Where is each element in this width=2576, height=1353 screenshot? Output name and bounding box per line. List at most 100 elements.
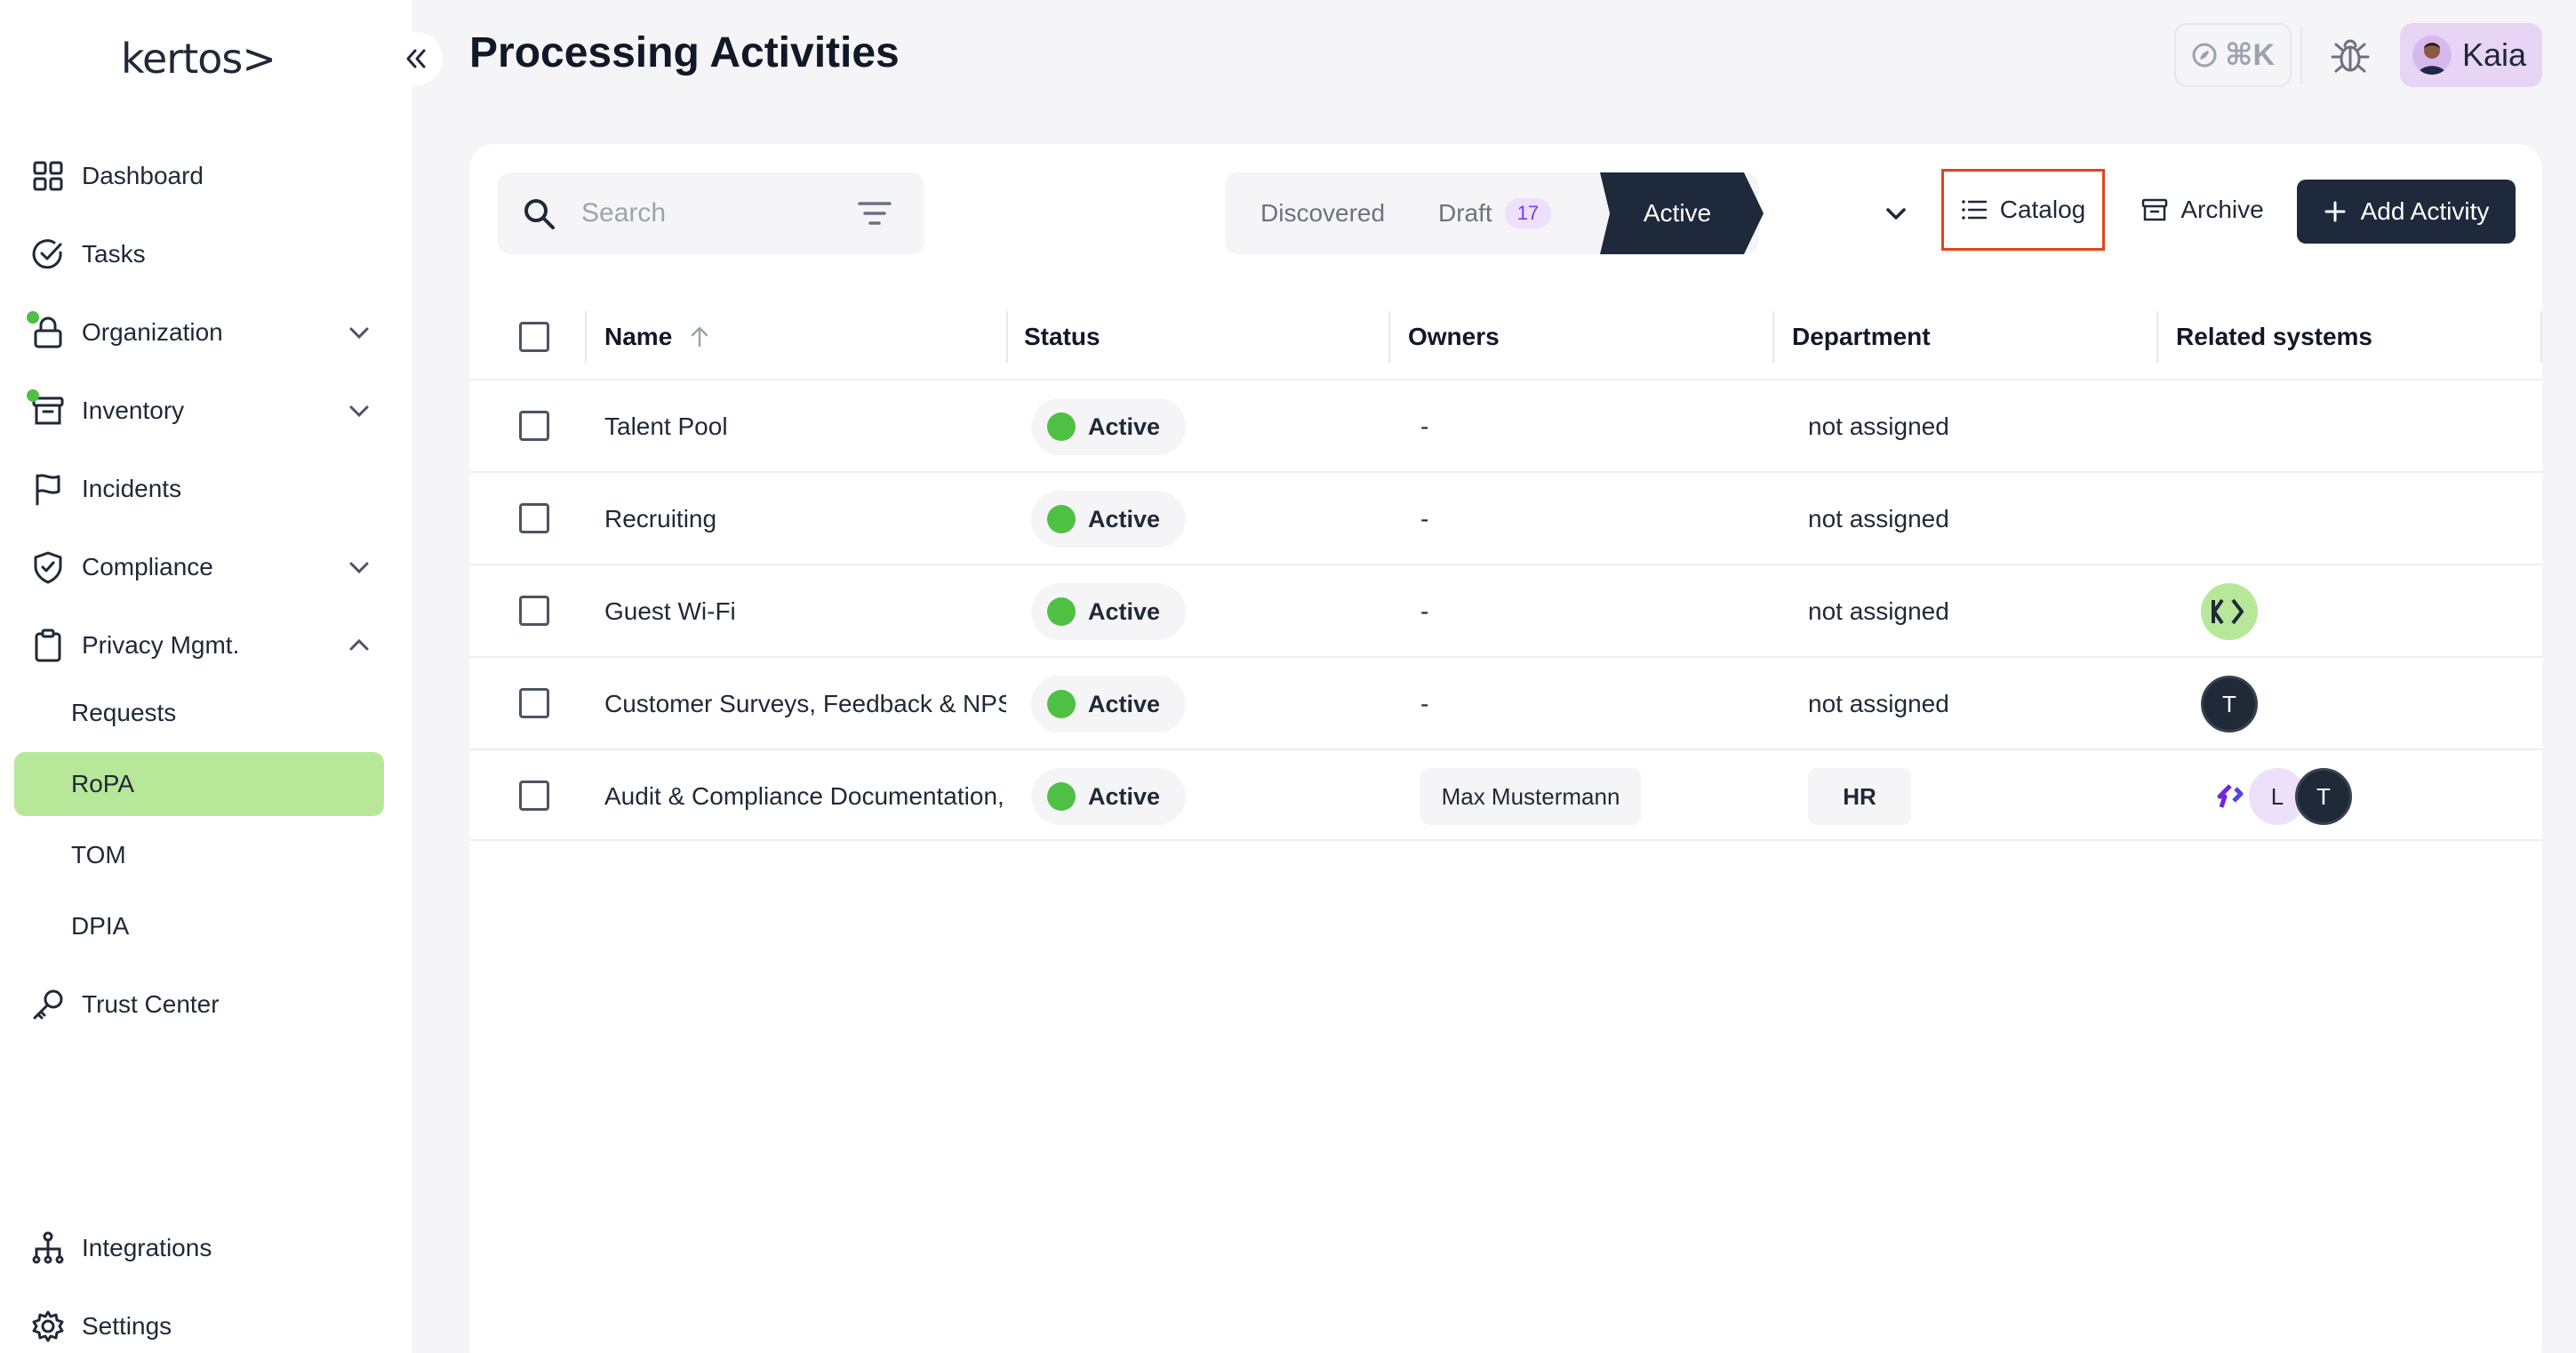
svg-text:kertos>: kertos> xyxy=(121,37,276,82)
sidebar-item-label: Trust Center xyxy=(82,990,220,1018)
column-divider xyxy=(585,311,587,363)
status-tabs: Discovered Draft 17 Active xyxy=(1225,172,1764,254)
sidebar-item-settings[interactable]: Settings xyxy=(14,1294,384,1353)
status-label: Active xyxy=(1088,597,1161,625)
chevron-down-icon[interactable] xyxy=(345,318,373,347)
activity-name[interactable]: Guest Wi-Fi xyxy=(604,565,996,658)
grid-icon xyxy=(30,158,66,194)
system-avatar[interactable]: T xyxy=(2295,768,2352,825)
add-activity-button[interactable]: Add Activity xyxy=(2297,180,2516,244)
column-header-label: Name xyxy=(604,323,673,350)
tab-active[interactable]: Active xyxy=(1600,172,1764,254)
sidebar-item-label: Tasks xyxy=(82,240,146,268)
sidebar-item-compliance[interactable]: Compliance xyxy=(14,535,384,599)
status-badge: Active xyxy=(1031,676,1186,733)
user-menu-button[interactable]: Kaia xyxy=(2400,23,2542,87)
activity-name[interactable]: Talent Pool xyxy=(604,380,996,473)
sidebar-item-tasks[interactable]: Tasks xyxy=(14,222,384,286)
sidebar-item-trust-center[interactable]: Trust Center xyxy=(14,973,384,1037)
bug-report-icon[interactable] xyxy=(2329,34,2372,76)
sidebar-subitem-requests[interactable]: Requests xyxy=(14,681,384,745)
command-palette-button[interactable]: ⌘K xyxy=(2174,23,2292,87)
search-input[interactable]: Search xyxy=(498,172,924,254)
sidebar-subitem-label: RoPA xyxy=(71,770,135,797)
logo-wordmark: kertos> xyxy=(121,37,276,82)
flag-icon xyxy=(30,471,66,507)
chevron-down-icon[interactable] xyxy=(345,553,373,581)
column-divider xyxy=(1006,311,1008,363)
filter-icon[interactable] xyxy=(857,199,892,228)
department-value: not assigned xyxy=(1808,690,1949,717)
lock-icon xyxy=(27,311,66,350)
sidebar-item-incidents[interactable]: Incidents xyxy=(14,457,384,521)
sort-ascending-icon[interactable] xyxy=(686,324,713,350)
tab-discovered[interactable]: Discovered xyxy=(1260,172,1385,254)
catalog-button[interactable]: Catalog xyxy=(1941,169,2105,251)
row-checkbox[interactable] xyxy=(519,781,549,811)
column-header-status[interactable]: Status xyxy=(1024,306,1100,368)
header-divider xyxy=(2300,27,2302,84)
status-dot xyxy=(1047,505,1076,533)
tab-label: Draft xyxy=(1438,199,1492,227)
search-placeholder: Search xyxy=(581,198,667,228)
sidebar-item-integrations[interactable]: Integrations xyxy=(14,1216,384,1280)
status-label: Active xyxy=(1088,412,1161,440)
activity-name[interactable]: Recruiting xyxy=(604,473,996,565)
row-checkbox[interactable] xyxy=(519,503,549,533)
row-checkbox[interactable] xyxy=(519,688,549,718)
compass-icon xyxy=(2192,43,2217,68)
tab-label: Discovered xyxy=(1260,199,1386,227)
sidebar-item-label: Integrations xyxy=(82,1234,212,1261)
activity-name[interactable]: Customer Surveys, Feedback & NPS xyxy=(604,658,1006,750)
owners-value: - xyxy=(1420,597,1429,625)
chevron-down-icon[interactable] xyxy=(345,396,373,425)
chevron-down-icon[interactable] xyxy=(1881,199,1911,229)
shortcut-label: ⌘K xyxy=(2224,38,2276,72)
archive-button[interactable]: Archive xyxy=(2132,169,2274,251)
column-header-related-systems[interactable]: Related systems xyxy=(2176,306,2372,368)
row-checkbox[interactable] xyxy=(519,596,549,626)
sidebar-item-label: Compliance xyxy=(82,553,213,580)
shield-check-icon xyxy=(30,549,66,585)
select-all-checkbox[interactable] xyxy=(519,322,549,352)
column-divider xyxy=(1388,311,1390,363)
tab-draft[interactable]: Draft 17 xyxy=(1438,172,1552,254)
status-dot xyxy=(1047,690,1076,718)
status-badge: Active xyxy=(1031,398,1186,455)
sidebar-item-dashboard[interactable]: Dashboard xyxy=(14,144,384,208)
status-badge: Active xyxy=(1031,583,1186,640)
user-name: Kaia xyxy=(2462,36,2527,73)
table-row[interactable]: Guest Wi-Fi Active - not assigned xyxy=(469,564,2542,656)
add-activity-label: Add Activity xyxy=(2360,197,2490,225)
row-checkbox[interactable] xyxy=(519,411,549,441)
system-avatar[interactable]: T xyxy=(2201,676,2258,733)
draft-count-badge: 17 xyxy=(1504,198,1552,228)
owner-chip[interactable]: Max Mustermann xyxy=(1420,768,1641,825)
sidebar-item-organization[interactable]: Organization xyxy=(14,300,384,364)
sidebar-subitem-ropa[interactable]: RoPA xyxy=(14,752,384,816)
collapse-sidebar-button[interactable] xyxy=(389,32,443,85)
sidebar-item-label: Organization xyxy=(82,318,223,346)
table-row[interactable]: Talent Pool Active - not assigned xyxy=(469,379,2542,471)
table-row[interactable]: Recruiting Active - not assigned xyxy=(469,471,2542,564)
sidebar-subitem-tom[interactable]: TOM xyxy=(14,823,384,887)
column-header-department[interactable]: Department xyxy=(1792,306,1931,368)
status-dot xyxy=(1047,412,1076,441)
department-chip[interactable]: HR xyxy=(1808,768,1911,825)
column-header-name[interactable]: Name xyxy=(604,306,713,368)
table-row[interactable]: Audit & Compliance Documentation, I Acti… xyxy=(469,749,2542,841)
sidebar-item-label: Settings xyxy=(82,1312,172,1340)
tab-label: Active xyxy=(1643,199,1712,227)
kertos-system-icon[interactable] xyxy=(2201,583,2258,640)
chevron-up-icon[interactable] xyxy=(345,631,373,660)
table-row[interactable]: Customer Surveys, Feedback & NPS Active … xyxy=(469,656,2542,749)
archive-label: Archive xyxy=(2180,196,2264,223)
avatar xyxy=(2412,36,2452,75)
sidebar-item-privacy-mgmt[interactable]: Privacy Mgmt. xyxy=(14,613,384,677)
sidebar-item-inventory[interactable]: Inventory xyxy=(14,379,384,443)
sidebar-subitem-dpia[interactable]: DPIA xyxy=(14,894,384,958)
status-badge: Active xyxy=(1031,491,1186,548)
column-header-owners[interactable]: Owners xyxy=(1408,306,1500,368)
activity-name[interactable]: Audit & Compliance Documentation, I xyxy=(604,750,1010,843)
kertos-logo[interactable]: kertos> xyxy=(121,37,276,82)
